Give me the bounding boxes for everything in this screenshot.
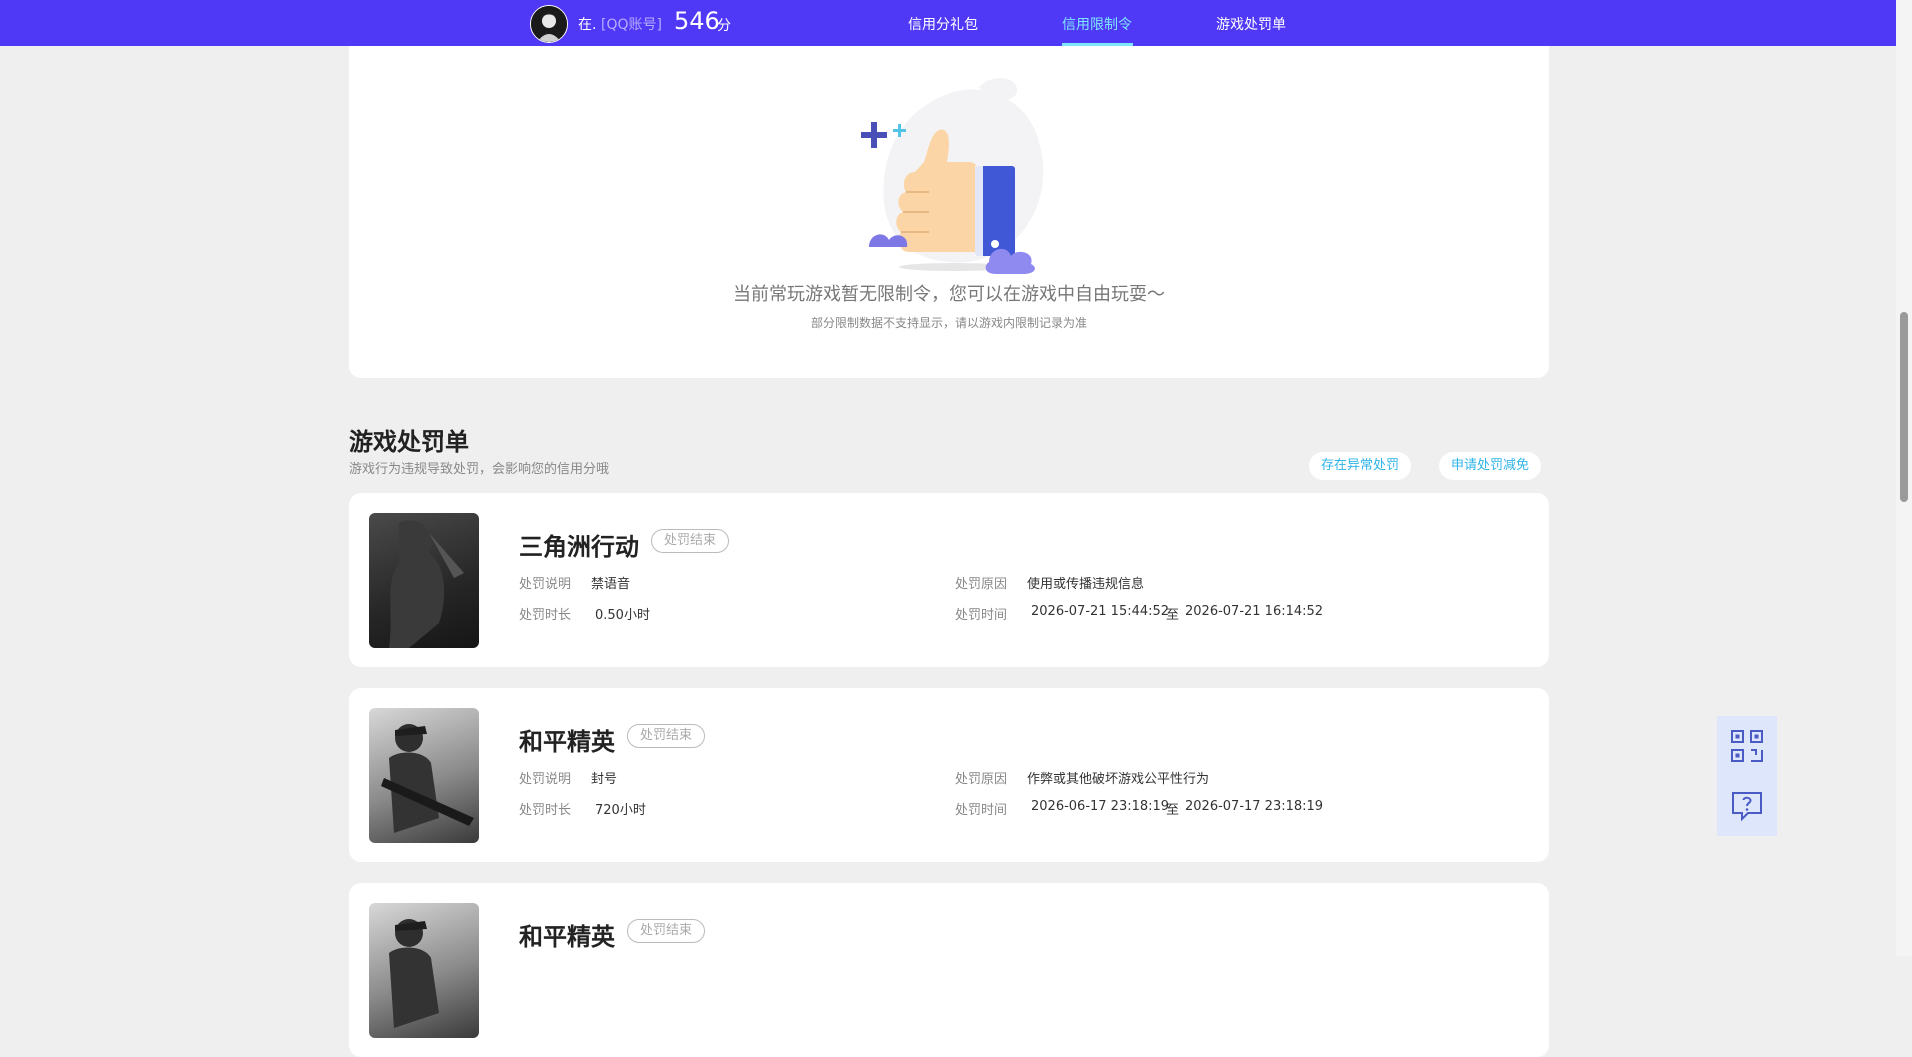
status-badge: 处罚结束 bbox=[627, 919, 706, 943]
reason-value: 使用或传播违规信息 bbox=[1027, 577, 1145, 592]
abnormal-penalty-button[interactable]: 存在异常处罚 bbox=[1309, 452, 1412, 480]
qr-code-icon bbox=[1731, 730, 1763, 762]
section-subtitle: 游戏行为违规导致处罚，会影响您的信用分哦 bbox=[349, 462, 610, 477]
qr-code-button[interactable] bbox=[1717, 716, 1777, 776]
section-title: 游戏处罚单 bbox=[349, 428, 469, 456]
desc-value: 禁语音 bbox=[591, 577, 631, 592]
desc-label: 处罚说明 bbox=[519, 577, 572, 592]
time-label: 处罚时间 bbox=[955, 803, 1008, 818]
desc-label: 处罚说明 bbox=[519, 772, 572, 787]
scrollbar-thumb[interactable] bbox=[1900, 312, 1908, 502]
time-separator: 至 bbox=[1166, 803, 1180, 818]
user-name: 在. bbox=[578, 17, 597, 33]
apply-reduction-button[interactable]: 申请处罚减免 bbox=[1439, 452, 1542, 480]
penalty-card: 和平精英 处罚结束 处罚说明 封号 处罚原因 作弊或其他破坏游戏公平性行为 处罚… bbox=[349, 688, 1549, 862]
nav-credit-gift[interactable]: 信用分礼包 bbox=[908, 14, 978, 34]
nav-game-penalty[interactable]: 游戏处罚单 bbox=[1216, 14, 1286, 34]
avatar-image bbox=[531, 6, 567, 42]
reason-label: 处罚原因 bbox=[955, 577, 1008, 592]
game-title: 三角洲行动 bbox=[519, 533, 639, 561]
penalty-card: 三角洲行动 处罚结束 处罚说明 禁语音 处罚原因 使用或传播违规信息 处罚时长 … bbox=[349, 493, 1549, 667]
credit-unit: 分 bbox=[717, 18, 731, 34]
restriction-empty-card: 当前常玩游戏暂无限制令，您可以在游戏中自由玩耍～ 部分限制数据不支持显示，请以游… bbox=[349, 30, 1549, 378]
reason-value: 作弊或其他破坏游戏公平性行为 bbox=[1027, 772, 1210, 787]
duration-value: 0.50小时 bbox=[595, 608, 650, 623]
empty-state-subtitle: 部分限制数据不支持显示，请以游戏内限制记录为准 bbox=[810, 316, 1087, 330]
status-badge: 处罚结束 bbox=[651, 529, 730, 553]
game-art bbox=[381, 724, 474, 833]
nav-credit-restriction[interactable]: 信用限制令 bbox=[1062, 14, 1132, 34]
duration-label: 处罚时长 bbox=[519, 608, 572, 623]
penalty-card: 和平精英 处罚结束 bbox=[349, 883, 1549, 1057]
status-badge: 处罚结束 bbox=[627, 724, 706, 748]
duration-label: 处罚时长 bbox=[519, 803, 572, 818]
thumbs-up-icon bbox=[861, 77, 1044, 274]
time-separator: 至 bbox=[1166, 608, 1180, 623]
help-button[interactable] bbox=[1717, 776, 1777, 836]
game-art bbox=[389, 919, 439, 1028]
game-thumbnail bbox=[369, 708, 479, 843]
game-title: 和平精英 bbox=[519, 923, 615, 951]
game-title: 和平精英 bbox=[519, 728, 615, 756]
reason-label: 处罚原因 bbox=[955, 772, 1008, 787]
game-thumbnail bbox=[369, 513, 479, 648]
time-label: 处罚时间 bbox=[955, 608, 1008, 623]
help-chat-icon bbox=[1732, 792, 1762, 822]
time-end: 2026-07-21 16:14:52 bbox=[1185, 604, 1324, 619]
desc-value: 封号 bbox=[591, 772, 618, 787]
duration-value: 720小时 bbox=[595, 803, 646, 818]
active-tab-indicator bbox=[1062, 43, 1133, 46]
game-art bbox=[389, 520, 464, 648]
game-thumbnail bbox=[369, 903, 479, 1038]
top-nav-bar: 在. [QQ账号] 546 分 信用分礼包 信用限制令 游戏处罚单 bbox=[0, 0, 1896, 46]
empty-state-title: 当前常玩游戏暂无限制令，您可以在游戏中自由玩耍～ bbox=[733, 284, 1165, 305]
time-end: 2026-07-17 23:18:19 bbox=[1185, 799, 1324, 814]
account-type: [QQ账号] bbox=[601, 17, 662, 33]
time-start: 2026-06-17 23:18:19 bbox=[1031, 799, 1170, 814]
credit-score: 546 bbox=[674, 7, 720, 35]
time-start: 2026-07-21 15:44:52 bbox=[1031, 604, 1170, 619]
avatar[interactable] bbox=[530, 5, 568, 43]
